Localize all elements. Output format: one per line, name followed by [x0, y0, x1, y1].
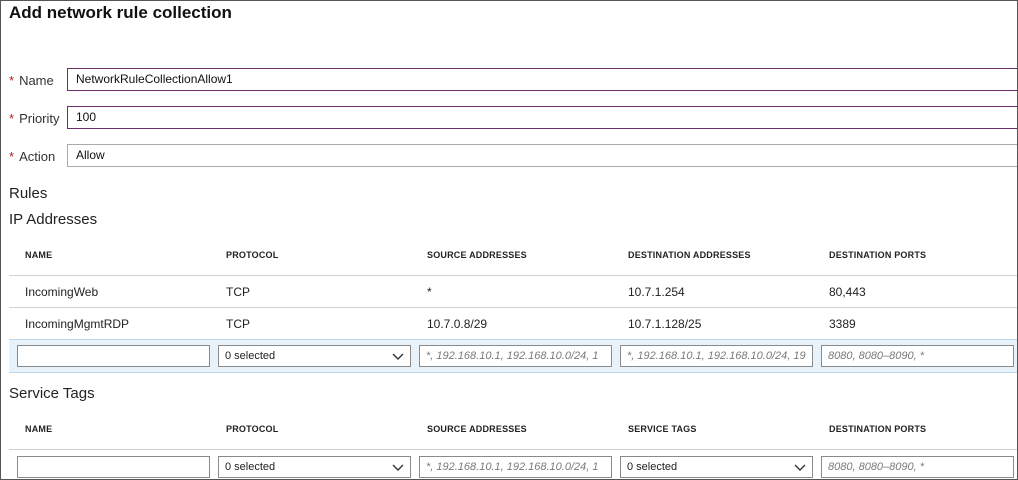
cell-destination: 10.7.1.128/25: [628, 317, 702, 331]
cell-protocol: TCP: [226, 285, 250, 299]
st-col-ports: DESTINATION PORTS: [829, 424, 927, 434]
name-label-text: Name: [19, 73, 54, 88]
st-service-tags-select[interactable]: 0 selected: [620, 456, 813, 478]
st-col-source: SOURCE ADDRESSES: [427, 424, 527, 434]
row-divider: [9, 307, 1017, 308]
blade-panel: Add network rule collection * Name Networ…: [0, 0, 1018, 480]
action-select[interactable]: Allow: [67, 144, 1017, 167]
priority-label: * Priority: [9, 111, 60, 126]
st-name-input[interactable]: [17, 456, 210, 478]
cell-protocol: TCP: [226, 317, 250, 331]
action-label: * Action: [9, 149, 55, 164]
cell-name: IncomingMgmtRDP: [25, 317, 130, 331]
chevron-down-icon: [794, 464, 806, 471]
name-label: * Name: [9, 73, 54, 88]
ip-addresses-heading: IP Addresses: [9, 211, 98, 228]
ip-destination-input[interactable]: *, 192.168.10.1, 192.168.10.0/24, 19: [620, 345, 813, 367]
ip-col-name: NAME: [25, 250, 53, 260]
ip-col-source: SOURCE ADDRESSES: [427, 250, 527, 260]
st-col-name: NAME: [25, 424, 53, 434]
ip-name-input[interactable]: [17, 345, 210, 367]
st-protocol-select[interactable]: 0 selected: [218, 456, 411, 478]
cell-source: 10.7.0.8/29: [427, 317, 488, 331]
service-tags-heading: Service Tags: [9, 385, 95, 402]
st-source-input[interactable]: *, 192.168.10.1, 192.168.10.0/24, 1: [419, 456, 612, 478]
st-col-protocol: PROTOCOL: [226, 424, 279, 434]
required-marker: *: [9, 73, 15, 88]
rules-heading: Rules: [9, 185, 48, 202]
required-marker: *: [9, 149, 15, 164]
cell-name: IncomingWeb: [25, 285, 99, 299]
st-col-service-tags: SERVICE TAGS: [628, 424, 697, 434]
ip-col-ports: DESTINATION PORTS: [829, 250, 927, 260]
page-title: Add network rule collection: [9, 3, 232, 22]
ip-ports-input[interactable]: 8080, 8080–8090, *: [821, 345, 1014, 367]
cell-ports: 80,443: [829, 285, 866, 299]
ip-protocol-select[interactable]: 0 selected: [218, 345, 411, 367]
name-input[interactable]: NetworkRuleCollectionAllow1: [67, 68, 1017, 91]
st-service-tags-value: 0 selected: [627, 461, 678, 473]
header-divider: [9, 275, 1017, 276]
chevron-down-icon: [392, 353, 404, 360]
ip-col-protocol: PROTOCOL: [226, 250, 279, 260]
ip-col-destination: DESTINATION ADDRESSES: [628, 250, 751, 260]
st-protocol-value: 0 selected: [225, 461, 276, 473]
ip-source-input[interactable]: *, 192.168.10.1, 192.168.10.0/24, 1: [419, 345, 612, 367]
cell-ports: 3389: [829, 317, 856, 331]
header-divider: [9, 449, 1017, 450]
chevron-down-icon: [392, 464, 404, 471]
cell-destination: 10.7.1.254: [628, 285, 685, 299]
action-label-text: Action: [19, 149, 56, 164]
cell-source: *: [427, 285, 432, 299]
required-marker: *: [9, 111, 15, 126]
priority-input[interactable]: 100: [67, 106, 1017, 129]
priority-label-text: Priority: [19, 111, 60, 126]
ip-protocol-value: 0 selected: [225, 350, 276, 362]
st-ports-input[interactable]: 8080, 8080–8090, *: [821, 456, 1014, 478]
